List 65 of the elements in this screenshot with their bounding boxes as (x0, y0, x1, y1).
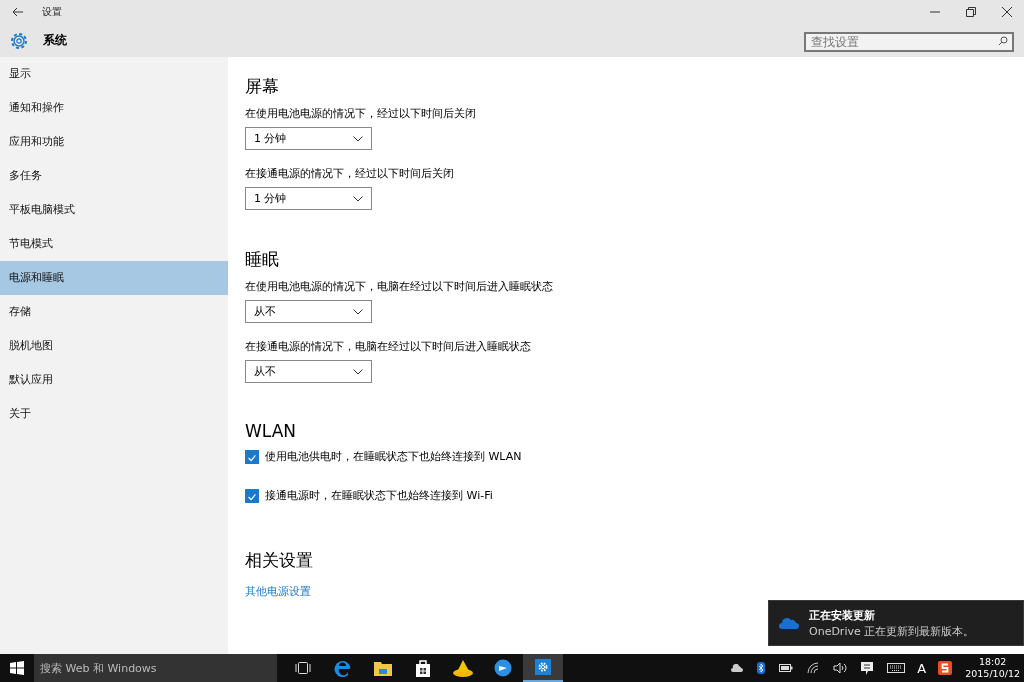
sidebar-item[interactable]: 平板电脑模式 (0, 193, 228, 227)
chevron-down-icon (353, 368, 363, 375)
dropdown[interactable]: 1 分钟 (245, 127, 372, 150)
message-icon[interactable] (861, 661, 874, 675)
settings-icon (535, 659, 551, 675)
notification-toast[interactable]: 正在安装更新 OneDrive 正在更新到最新版本。 (768, 600, 1024, 646)
power-settings-link[interactable]: 其他电源设置 (245, 585, 311, 598)
section-heading: WLAN (245, 421, 298, 441)
sidebar-item[interactable]: 关于 (0, 397, 228, 431)
toast-title: 正在安装更新 (809, 607, 876, 623)
page-title: 系统 (43, 32, 67, 49)
clock[interactable]: 18:02 2015/10/12 (965, 656, 1020, 680)
sidebar-item[interactable]: 存储 (0, 295, 228, 329)
sidebar-item[interactable]: 脱机地图 (0, 329, 228, 363)
section-heading: 相关设置 (245, 549, 314, 572)
chevron-down-icon (353, 195, 363, 202)
setting-label: 在接通电源的情况下，经过以下时间后关闭 (245, 166, 455, 181)
sidebar-item[interactable]: 默认应用 (0, 363, 228, 397)
sidebar-item[interactable]: 多任务 (0, 159, 228, 193)
gear-icon (9, 30, 29, 51)
setting-label: 在接通电源的情况下，电脑在经过以下时间后进入睡眠状态 (245, 339, 532, 354)
sidebar-item[interactable]: 通知和操作 (0, 91, 228, 125)
dropdown[interactable]: 1 分钟 (245, 187, 372, 210)
checkbox-label: 接通电源时，在睡眠状态下也始终连接到 Wi-Fi (265, 488, 493, 503)
windows-logo-icon (10, 661, 24, 675)
window-title: 设置 (42, 5, 62, 19)
section-heading: 屏幕 (245, 75, 280, 98)
dropdown[interactable]: 从不 (245, 360, 372, 383)
toast-message: OneDrive 正在更新到最新版本。 (809, 623, 975, 639)
battery-icon[interactable] (779, 664, 794, 672)
folder-icon[interactable] (374, 660, 392, 676)
shopping-bag-icon[interactable] (415, 659, 431, 677)
sidebar-item[interactable]: 应用和功能 (0, 125, 228, 159)
clock-date: 2015/10/12 (965, 668, 1020, 680)
setting-label: 在使用电池电源的情况下，电脑在经过以下时间后进入睡眠状态 (245, 279, 554, 294)
speaker-icon[interactable] (833, 662, 848, 674)
sidebar-item[interactable]: 节电模式 (0, 227, 228, 261)
sidebar-item[interactable]: 电源和睡眠 (0, 261, 228, 295)
taskbar-search-field[interactable]: 搜索 Web 和 Windows (34, 654, 277, 682)
settings-app-button[interactable] (523, 654, 563, 682)
restore-icon[interactable] (966, 7, 976, 17)
task-view-icon[interactable] (295, 662, 311, 674)
dropdown[interactable]: 从不 (245, 300, 372, 323)
checkbox-label: 使用电池供电时，在睡眠状态下也始终连接到 WLAN (265, 449, 522, 464)
setting-label: 在使用电池电源的情况下，经过以下时间后关闭 (245, 106, 477, 121)
chevron-down-icon (353, 308, 363, 315)
chevron-down-icon (353, 135, 363, 142)
close-icon[interactable] (1002, 7, 1012, 17)
s-logo-icon[interactable] (938, 661, 953, 675)
section-heading: 睡眠 (245, 248, 280, 271)
clock-time: 18:02 (978, 656, 1007, 668)
back-icon[interactable] (12, 7, 24, 17)
bluetooth-icon[interactable] (757, 662, 766, 674)
cloud-icon[interactable] (731, 664, 744, 672)
checkbox[interactable] (245, 488, 259, 503)
cloud-icon (779, 617, 799, 629)
search-field[interactable]: 查找设置 (804, 31, 1014, 52)
input-method-indicator[interactable]: A (917, 660, 927, 676)
search-icon (998, 35, 1008, 46)
wizard-hat-icon[interactable] (452, 659, 474, 677)
browser-e-icon[interactable] (334, 659, 352, 677)
keyboard-icon[interactable] (887, 663, 906, 673)
checkbox[interactable] (245, 449, 259, 464)
sidebar-item[interactable]: 显示 (0, 57, 228, 91)
wifi-icon[interactable] (807, 662, 820, 674)
